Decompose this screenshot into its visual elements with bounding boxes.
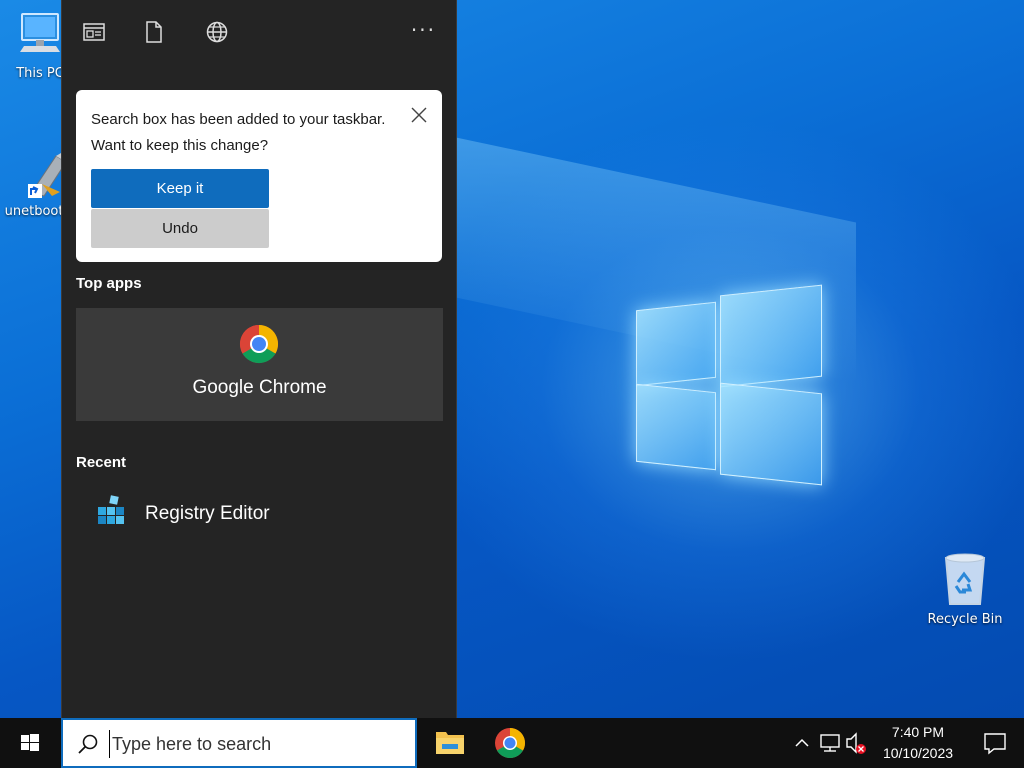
action-center-icon[interactable] <box>982 718 1008 768</box>
desktop-icon-label: This PC <box>16 66 64 81</box>
system-tray: 7:40 PM 10/10/2023 <box>784 718 1024 768</box>
recent-item-registry-editor[interactable]: Registry Editor <box>76 488 443 538</box>
search-icon <box>78 734 98 754</box>
globe-icon[interactable] <box>205 20 229 44</box>
close-icon[interactable] <box>410 106 428 124</box>
dialog-message: Search box has been added to your taskba… <box>91 111 386 154</box>
clock-date: 10/10/2023 <box>882 745 954 761</box>
computer-icon <box>20 13 60 52</box>
search-input[interactable] <box>109 730 399 758</box>
clock-time: 7:40 PM <box>891 724 945 740</box>
top-apps-heading: Top apps <box>76 275 142 292</box>
volume-muted-icon[interactable] <box>844 718 868 768</box>
network-icon[interactable] <box>818 718 842 768</box>
more-options-icon[interactable]: ··· <box>411 18 436 42</box>
recent-heading: Recent <box>76 454 127 471</box>
keep-it-button[interactable]: Keep it <box>91 169 269 208</box>
taskbar-search-box[interactable] <box>61 718 417 768</box>
clock[interactable]: 7:40 PM 10/10/2023 <box>878 722 958 764</box>
search-flyout-toolbar: ··· <box>62 0 456 64</box>
chrome-icon <box>495 728 526 759</box>
document-icon[interactable] <box>142 20 166 44</box>
top-app-google-chrome[interactable]: Google Chrome <box>76 308 443 421</box>
undo-button[interactable]: Undo <box>91 209 269 248</box>
apps-icon[interactable] <box>82 20 106 44</box>
desktop-icon-recycle-bin[interactable]: Recycle Bin <box>925 552 1005 627</box>
show-hidden-icons-chevron-icon[interactable] <box>790 718 814 768</box>
windows-start-icon <box>21 734 39 751</box>
registry-editor-icon <box>98 495 124 524</box>
desktop-icon-label: Recycle Bin <box>927 612 1003 627</box>
recent-item-label: Registry Editor <box>145 503 270 524</box>
taskbar-google-chrome[interactable] <box>480 718 540 768</box>
unetbootin-shortcut-icon <box>28 150 67 198</box>
recycle-bin-icon <box>944 553 986 605</box>
search-flyout: ··· Search box has been added to your ta… <box>61 0 457 718</box>
taskbar-search-change-dialog: Search box has been added to your taskba… <box>76 90 442 262</box>
file-explorer-icon <box>436 732 464 754</box>
taskbar: 7:40 PM 10/10/2023 <box>0 718 1024 768</box>
chrome-icon <box>239 324 279 364</box>
windows-logo-wallpaper <box>636 284 822 486</box>
taskbar-file-explorer[interactable] <box>420 718 480 768</box>
start-button[interactable] <box>0 718 60 768</box>
top-app-label: Google Chrome <box>192 377 327 398</box>
